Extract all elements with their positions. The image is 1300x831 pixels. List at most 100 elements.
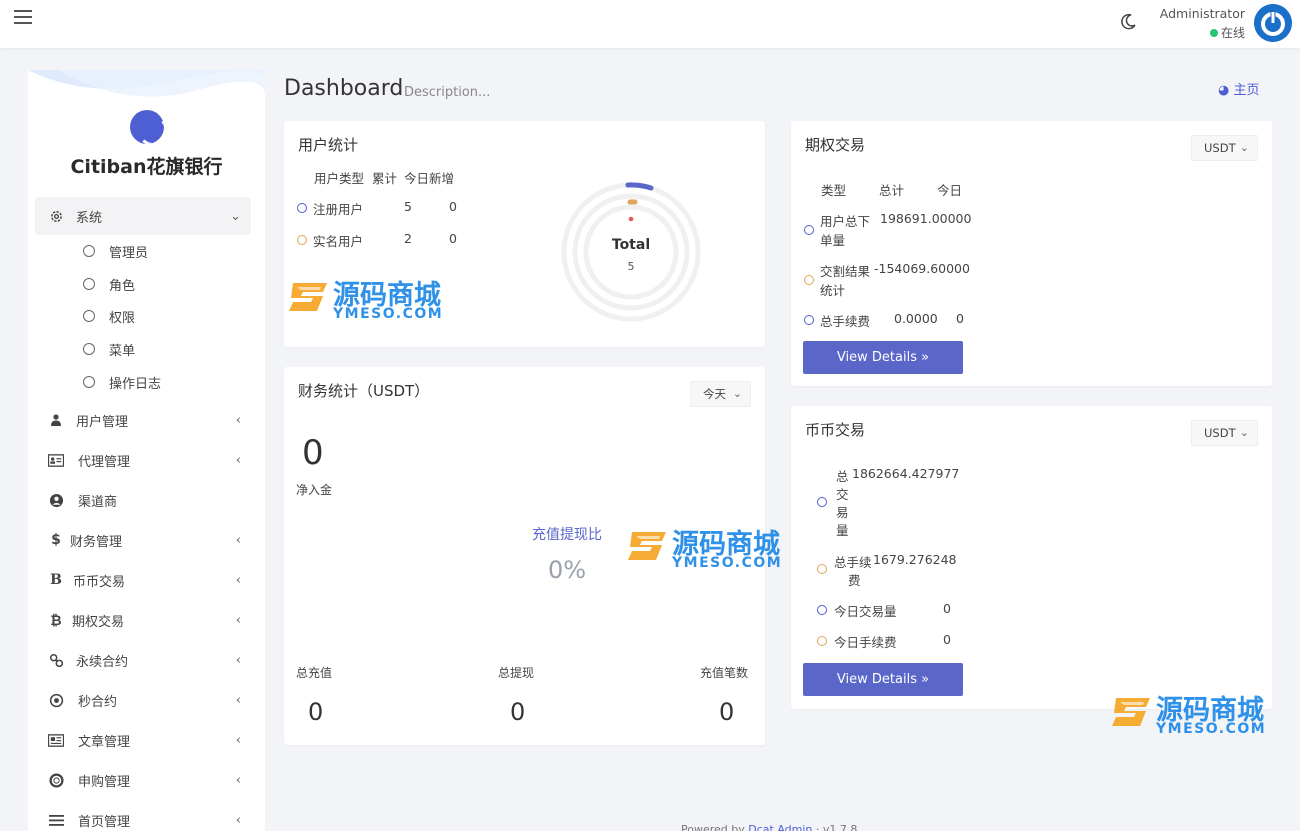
admin-name[interactable]: Administrator xyxy=(1150,6,1245,21)
circle-icon xyxy=(83,376,95,388)
total-deposit-value: 0 xyxy=(308,698,324,726)
dot-circle-icon xyxy=(48,692,64,708)
sidebar-item-homepage[interactable]: 首页管理 ‹ xyxy=(35,801,251,831)
card-title: 期权交易 xyxy=(805,136,866,154)
gear-icon xyxy=(48,208,64,224)
chevron-down-icon: ⌄ xyxy=(230,209,241,224)
footer: Powered by Dcat Admin · v1.7.8 xyxy=(681,823,857,831)
user-circle-icon xyxy=(48,492,64,508)
row-type: 易 xyxy=(836,505,849,520)
row-today: 0 xyxy=(449,231,457,246)
net-deposit-value: 0 xyxy=(302,433,324,473)
net-deposit-label: 净入金 xyxy=(296,483,333,497)
bitcoin-icon: B xyxy=(50,572,62,588)
row-today: 0 xyxy=(449,199,457,214)
sidebar-sub-role[interactable]: 角色 xyxy=(83,270,135,298)
options-view-details-button[interactable]: View Details » xyxy=(803,341,963,374)
ratio-label: 充值提现比 xyxy=(532,527,602,543)
coin-trading-card: 币币交易 USDT ⌄ 总 交 易 量 1862664.427977 总手续 费 … xyxy=(791,406,1272,709)
col-header: 类型 xyxy=(821,183,847,198)
currency-select[interactable]: USDT ⌄ xyxy=(1191,420,1258,446)
users-icon xyxy=(48,412,64,428)
legend-dot xyxy=(804,225,814,235)
list-icon xyxy=(48,812,64,828)
legend-dot xyxy=(817,564,827,574)
footer-link[interactable]: Dcat Admin xyxy=(748,823,812,831)
sidebar-item-agents[interactable]: 代理管理 ‹ xyxy=(35,441,251,479)
row-type: 交 xyxy=(836,487,849,502)
watermark-logo-icon xyxy=(289,283,327,311)
sidebar-sub-menu[interactable]: 菜单 xyxy=(83,335,135,363)
row-total: -154069.60000 xyxy=(874,261,970,276)
row-today: 0 xyxy=(956,311,964,326)
deposit-count-value: 0 xyxy=(719,698,735,726)
chevron-left-icon: ‹ xyxy=(235,733,241,748)
row-type: 实名用户 xyxy=(313,234,364,249)
watermark: 源码商城 YMESO.COM xyxy=(287,273,451,323)
period-select[interactable]: 今天 ⌄ xyxy=(690,381,751,407)
sidebar-item-articles[interactable]: 文章管理 ‹ xyxy=(35,721,251,759)
row-total: 1679.276248 xyxy=(873,552,957,567)
col-header: 今日 xyxy=(937,183,963,198)
donut-value: 5 xyxy=(627,260,635,273)
sidebar-item-channel[interactable]: 渠道商 xyxy=(35,481,251,519)
sidebar-item-label: 系统 xyxy=(76,210,103,226)
home-breadcrumb[interactable]: ◕ 主页 xyxy=(1218,79,1260,98)
col-header: 累计 xyxy=(372,171,398,186)
page-description: Description... xyxy=(404,85,491,100)
newspaper-icon xyxy=(48,732,64,748)
circle-icon xyxy=(83,310,95,322)
chevron-left-icon: ‹ xyxy=(235,653,241,668)
dollar-icon: $ xyxy=(51,532,61,548)
legend-dot xyxy=(804,275,814,285)
brand-name: Citiban花旗银行 xyxy=(70,156,223,178)
row-type: 总手续 xyxy=(834,555,872,570)
avatar[interactable] xyxy=(1254,4,1292,42)
deposit-count-label: 充值笔数 xyxy=(700,666,749,680)
sidebar-item-perpetual[interactable]: 永续合约 ‹ xyxy=(35,641,251,679)
sidebar-sub-admin[interactable]: 管理员 xyxy=(83,237,148,265)
legend-dot xyxy=(804,315,814,325)
legend-dot xyxy=(817,605,827,615)
col-header: 今日新增 xyxy=(404,171,455,186)
legend-dot xyxy=(817,636,827,646)
status-text: 在线 xyxy=(1220,26,1245,40)
sidebar-sub-permission[interactable]: 权限 xyxy=(83,302,135,330)
row-type: 用户总下 xyxy=(820,214,871,229)
circle-icon xyxy=(83,245,95,257)
chevron-down-icon: ⌄ xyxy=(1239,141,1249,154)
online-dot xyxy=(1209,29,1218,37)
row-type: 今日手续费 xyxy=(834,635,897,650)
sidebar-item-subscription[interactable]: 申购管理 ‹ xyxy=(35,761,251,799)
total-withdraw-label: 总提现 xyxy=(498,666,535,680)
menu-toggle-icon[interactable] xyxy=(14,10,32,26)
sidebar-item-second-contract[interactable]: 秒合约 ‹ xyxy=(35,681,251,719)
card-title: 币币交易 xyxy=(805,421,866,439)
link-icon xyxy=(48,652,64,668)
sidebar-item-options[interactable]: ₿ 期权交易 ‹ xyxy=(35,601,251,639)
chevron-left-icon: ‹ xyxy=(235,573,241,588)
sidebar-sub-oplog[interactable]: 操作日志 xyxy=(83,368,161,396)
admin-status: 在线 xyxy=(1150,24,1245,41)
top-navbar: Administrator 在线 xyxy=(0,0,1300,48)
sidebar: Citiban花旗银行 系统 ⌄ 管理员 角色 权限 菜单 操作日志 用户管理 … xyxy=(28,70,265,831)
chevron-left-icon: ‹ xyxy=(235,613,241,628)
row-type: 量 xyxy=(836,523,849,538)
row-type: 统计 xyxy=(820,283,846,298)
currency-select[interactable]: USDT ⌄ xyxy=(1191,135,1258,161)
dashboard-icon: ◕ xyxy=(1218,83,1230,98)
sidebar-item-system[interactable]: 系统 ⌄ xyxy=(35,197,251,235)
row-total: 2 xyxy=(404,231,412,246)
card-title: 财务统计（USDT） xyxy=(298,382,430,400)
watermark-logo-icon xyxy=(1112,698,1150,726)
chevron-left-icon: ‹ xyxy=(235,453,241,468)
coin-view-details-button[interactable]: View Details » xyxy=(803,663,963,696)
life-ring-icon xyxy=(48,772,64,788)
row-total: 5 xyxy=(404,199,412,214)
row-type: 单量 xyxy=(820,233,846,248)
sidebar-item-coin-trading[interactable]: B 币币交易 ‹ xyxy=(35,561,251,599)
total-withdraw-value: 0 xyxy=(510,698,526,726)
dark-mode-icon[interactable] xyxy=(1118,12,1138,32)
sidebar-item-finance[interactable]: $ 财务管理 ‹ xyxy=(35,521,251,559)
sidebar-item-users[interactable]: 用户管理 ‹ xyxy=(35,401,251,439)
